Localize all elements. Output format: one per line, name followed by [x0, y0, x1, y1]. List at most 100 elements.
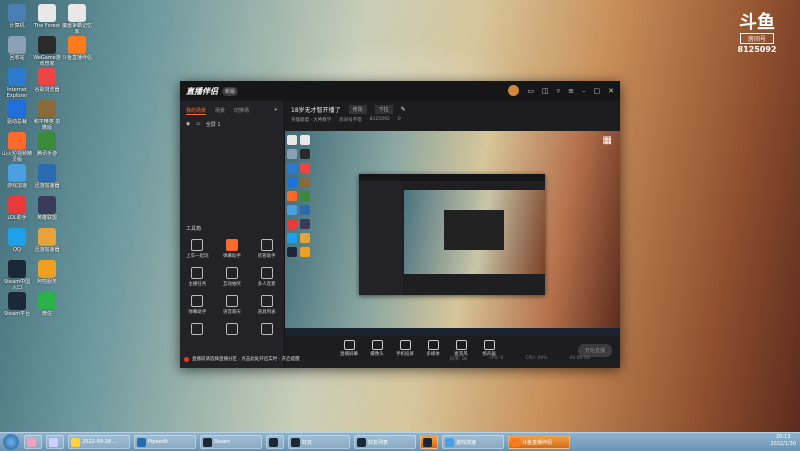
- clock-date: 2022/1/30: [770, 441, 796, 447]
- taskbar-item[interactable]: 2022-09-28 ...: [68, 435, 130, 449]
- start-button[interactable]: [3, 434, 19, 450]
- scene-item[interactable]: ◉ ▫ 全屏 1: [180, 118, 284, 131]
- desktop-icon-label: 计算机: [9, 23, 25, 29]
- shirt-icon[interactable]: ▿: [557, 87, 561, 95]
- source-button[interactable]: 直播屏幕: [335, 339, 363, 357]
- desktop-icon[interactable]: LOL助手: [2, 196, 32, 221]
- tool-icon: [225, 323, 238, 335]
- desktop-icon[interactable]: 和平精英 前瞻版: [32, 100, 62, 131]
- stream-preview[interactable]: ▦: [285, 131, 620, 336]
- desktop-icon[interactable]: 游戏加速: [2, 164, 32, 189]
- eye-icon[interactable]: ◉: [186, 121, 190, 128]
- taskbar-app-icon: [27, 437, 36, 447]
- tool-item[interactable]: 主播任务: [180, 267, 215, 287]
- source-button[interactable]: 多媒体: [419, 339, 447, 357]
- main-panel: 18岁无才智开播了 修改 下拉 ✎ 英雄联盟 · 大神教学 房间号不错 8125…: [285, 101, 620, 368]
- taskbar-item[interactable]: 游戏加速: [442, 435, 504, 449]
- desktop-icon[interactable]: 迅游加速器: [32, 228, 62, 253]
- source-button[interactable]: 扬声器: [475, 339, 503, 357]
- desktop-icon-label: Internet Explorer: [6, 87, 28, 99]
- desktop-icon-label: 和平精英 前瞻版: [33, 119, 61, 131]
- lock-icon[interactable]: ◫: [542, 87, 549, 95]
- tool-item[interactable]: 语音聊天: [215, 295, 250, 315]
- tool-label: 多人连麦: [257, 282, 276, 287]
- tab-my-scenes[interactable]: 我的场景: [186, 107, 207, 115]
- document-icon: [68, 4, 86, 22]
- maximize-icon[interactable]: □: [594, 87, 601, 95]
- source-button[interactable]: 麦克风: [447, 339, 475, 357]
- title-bar[interactable]: 直播伴侣 新版 ▭ ◫ ▿ ≡ – □ ✕: [180, 81, 620, 101]
- desktop-icon[interactable]: 计算机: [2, 4, 32, 29]
- recycle-bin-icon: [8, 36, 26, 54]
- menu-icon[interactable]: ≡: [568, 87, 574, 95]
- tool-icon: [260, 295, 273, 307]
- desktop-icon[interactable]: Steam平台: [2, 292, 32, 317]
- taskbar-item[interactable]: 斗鱼直播伴侣: [508, 435, 570, 449]
- cloud-icon: [8, 164, 26, 182]
- wechat-icon: [38, 292, 56, 310]
- desktop-icon[interactable]: 腾讯手游: [32, 132, 62, 157]
- tab-switch[interactable]: 切换场: [234, 107, 249, 115]
- tool-icon: [260, 323, 273, 335]
- tool-icon: [191, 295, 204, 307]
- desktop-icon[interactable]: 阿啦服务: [32, 260, 62, 285]
- source-button[interactable]: 手机投屏: [391, 339, 419, 357]
- tool-item[interactable]: [180, 323, 215, 337]
- source-label: 手机投屏: [396, 351, 414, 357]
- steam-icon: [8, 292, 26, 310]
- nested-preview-window: [359, 174, 545, 295]
- taskbar-item[interactable]: Steam: [200, 435, 262, 449]
- category-dropdown[interactable]: 下拉: [374, 105, 393, 114]
- minimize-icon[interactable]: –: [582, 87, 586, 95]
- room-title[interactable]: 18岁无才智开播了: [291, 105, 341, 114]
- tool-item[interactable]: 上车一起玩: [180, 239, 215, 259]
- system-tray-clock[interactable]: 20:13 2022/1/30: [770, 434, 796, 448]
- tool-item[interactable]: [215, 323, 250, 337]
- desktop-icon[interactable]: 山火短视频精灵版: [2, 132, 32, 163]
- tab-scenes[interactable]: 场景: [215, 107, 225, 115]
- taskbar-item[interactable]: Pipeedit: [134, 435, 196, 449]
- desktop-icon[interactable]: QQ: [2, 228, 32, 253]
- desktop-icon[interactable]: 驱动总裁: [2, 100, 32, 125]
- stream-stats: 码率: 0k FPS: 0 CPU: 00% 00:00:00: [450, 356, 590, 362]
- desktop-icon[interactable]: Steam中国入口: [2, 260, 32, 291]
- tool-item[interactable]: 弹幕助手: [180, 295, 215, 315]
- desktop-icon[interactable]: 英雄联盟: [32, 196, 62, 221]
- game-icon: [38, 132, 56, 150]
- close-icon[interactable]: ✕: [608, 87, 614, 95]
- taskbar-item[interactable]: [266, 435, 284, 449]
- taskbar-item[interactable]: 好友列表: [354, 435, 416, 449]
- taskbar-item[interactable]: [420, 435, 438, 449]
- desktop-icon[interactable]: 魔兽争霸记忆库: [62, 4, 92, 35]
- clock-time: 20:13: [775, 434, 791, 440]
- tool-item[interactable]: 互动抽奖: [215, 267, 250, 287]
- desktop-icon[interactable]: The Forest: [32, 4, 62, 29]
- desktop-icon[interactable]: Internet Explorer: [2, 68, 32, 99]
- tool-item[interactable]: [249, 323, 284, 337]
- tool-item[interactable]: 房管助手: [249, 239, 284, 259]
- add-scene-icon[interactable]: +: [274, 107, 278, 115]
- taskbar-item[interactable]: [24, 435, 42, 449]
- avatar[interactable]: [508, 85, 520, 96]
- tool-item[interactable]: 弹幕助手: [215, 239, 250, 259]
- desktop-icon[interactable]: 迅游加速器: [32, 164, 62, 189]
- desktop-icon[interactable]: 谷歌浏览器: [32, 68, 62, 93]
- desktop-icon[interactable]: WeGame游戏管家: [32, 36, 62, 67]
- source-icon: [483, 339, 495, 350]
- version-badge[interactable]: 新版: [222, 86, 239, 96]
- source-icon: [371, 339, 383, 350]
- desktop-icon[interactable]: 斗鱼直播伴侣: [62, 36, 92, 61]
- lock-icon[interactable]: ▫: [196, 121, 199, 128]
- taskbar-item[interactable]: 好友: [288, 435, 350, 449]
- taskbar-item[interactable]: [46, 435, 64, 449]
- source-icon: [427, 339, 439, 350]
- message-icon[interactable]: ▭: [527, 87, 534, 95]
- tool-item[interactable]: 多人连麦: [249, 267, 284, 287]
- tool-item[interactable]: 道具列表: [249, 295, 284, 315]
- desktop-icon[interactable]: 微信: [32, 292, 62, 317]
- notice-bar[interactable]: 直播前请选择直播分区 · 点击此处开启实时 · 开启提醒: [184, 356, 300, 362]
- pencil-icon[interactable]: ✎: [401, 106, 406, 113]
- edit-button[interactable]: 修改: [348, 105, 367, 114]
- desktop-icon[interactable]: 回收站: [2, 36, 32, 61]
- source-button[interactable]: 摄像头: [363, 339, 391, 357]
